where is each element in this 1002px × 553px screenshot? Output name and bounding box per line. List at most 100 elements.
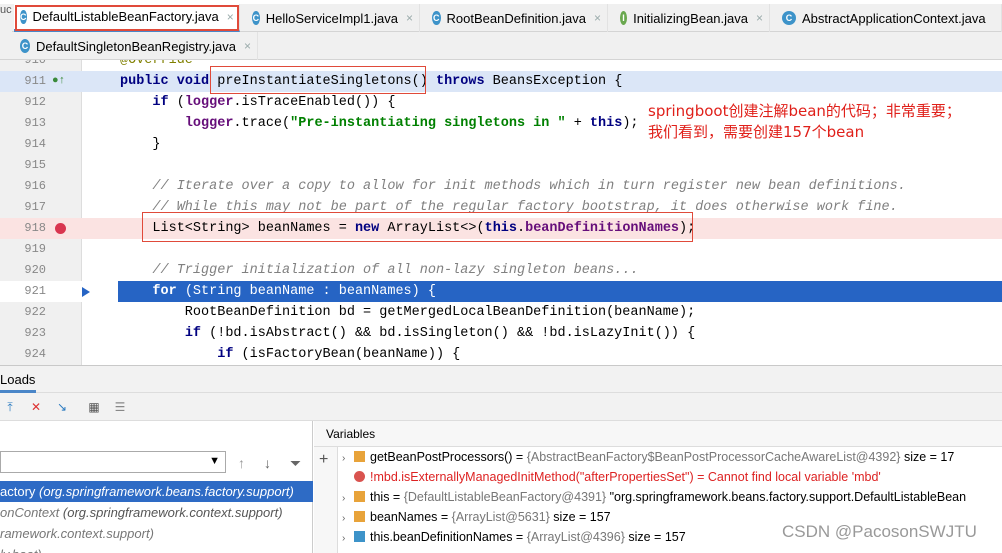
line-number: 921 <box>24 284 46 298</box>
stack-frame[interactable]: ly.boot) <box>0 544 313 553</box>
arrow-down-icon[interactable]: ↓ <box>264 455 271 471</box>
code-text: // Iterate over a copy to allow for init… <box>120 179 906 194</box>
tab-initializingbean[interactable]: I InitializingBean.java × <box>614 4 770 32</box>
override-gutter-icon[interactable]: ●↑ <box>52 71 65 92</box>
frame-method: actory <box>0 484 36 499</box>
tab-defaultsingletonbeanregistry[interactable]: C DefaultSingletonBeanRegistry.java × <box>14 32 258 60</box>
chevron-down-icon: ▼ <box>209 455 220 467</box>
stack-frame[interactable]: onContext (org.springframework.context.s… <box>0 502 313 523</box>
frame-method: ly.boot) <box>0 547 42 553</box>
code-text: RootBeanDefinition bd = getMergedLocalBe… <box>120 305 696 320</box>
code-line-923[interactable]: 923 if (!bd.isAbstract() && bd.isSinglet… <box>0 323 1002 344</box>
line-number: 917 <box>24 200 46 214</box>
variable-type: {AbstractBeanFactory$BeanPostProcessorCa… <box>526 450 901 464</box>
thread-selector[interactable]: ▼ <box>0 451 226 473</box>
variable-row[interactable]: !mbd.isExternallyManagedInitMethod("afte… <box>342 467 1002 487</box>
variables-side-toolbar: + <box>314 447 338 553</box>
tab-label: DefaultSingletonBeanRegistry.java <box>36 38 236 54</box>
expand-arrow-icon[interactable]: › <box>342 529 354 547</box>
equals-sign: = <box>512 530 527 544</box>
line-number: 914 <box>24 137 46 151</box>
class-icon: C <box>20 9 27 24</box>
debug-tab-bar: Loads <box>0 365 1002 393</box>
frame-method: ramework.context.support) <box>0 526 154 541</box>
line-number: 913 <box>24 116 46 130</box>
debug-toolbar: ⤒ ✕ ↘ ▦ ☰ <box>0 393 1002 421</box>
variable-value: Cannot find local variable 'mbd' <box>707 470 881 484</box>
close-icon[interactable]: × <box>406 11 413 25</box>
variable-name: !mbd.isExternallyManagedInitMethod("afte… <box>370 470 694 484</box>
equals-sign: = <box>693 470 708 484</box>
variable-type: {ArrayList@4396} <box>526 530 625 544</box>
interface-icon: I <box>620 11 628 25</box>
line-number: 922 <box>24 305 46 319</box>
tab-helloserviceimpl1[interactable]: C HelloServiceImpl1.java × <box>246 4 420 32</box>
grid-view-icon[interactable]: ▦ <box>86 399 102 415</box>
code-line-924[interactable]: 924 if (isFactoryBean(beanName)) { <box>0 344 1002 365</box>
variable-type: {ArrayList@5631} <box>451 510 550 524</box>
code-line-916[interactable]: 916 // Iterate over a copy to allow for … <box>0 176 1002 197</box>
step-up-icon[interactable]: ⤒ <box>2 399 18 415</box>
field-icon <box>354 511 365 522</box>
line-number: 916 <box>24 179 46 193</box>
code-line-915[interactable]: 915 <box>0 155 1002 176</box>
tab-label: InitializingBean.java <box>633 10 748 26</box>
frame-method: onContext <box>0 505 60 520</box>
code-text: logger.trace("Pre-instantiating singleto… <box>184 116 639 131</box>
variable-value: size = 157 <box>624 530 686 544</box>
code-editor[interactable]: 910 @Override 911 public void preInstantiat… <box>0 60 1002 365</box>
line-number: 924 <box>24 347 46 361</box>
code-line-911[interactable]: 911 public void preInstantiateSingletons(… <box>0 71 1002 92</box>
settings-list-icon[interactable]: ☰ <box>112 399 128 415</box>
stack-frame[interactable]: actory (org.springframework.beans.factor… <box>0 481 313 502</box>
tab-abstractapplicationcontext[interactable]: C AbstractApplicationContext.java <box>776 4 1002 32</box>
frame-package: (org.springframework.beans.factory.suppo… <box>39 484 294 499</box>
close-icon[interactable]: × <box>756 11 763 25</box>
tab-label: RootBeanDefinition.java <box>446 10 586 26</box>
close-icon[interactable]: × <box>244 39 251 53</box>
cut-off-tab[interactable]: uc <box>0 4 12 32</box>
variable-row[interactable]: › getBeanPostProcessors() = {AbstractBean… <box>342 447 1002 467</box>
close-icon[interactable]: × <box>594 11 601 25</box>
variables-header: Variables <box>314 421 1002 447</box>
code-line-910[interactable]: 910 @Override <box>0 60 1002 71</box>
code-line-922[interactable]: 922 RootBeanDefinition bd = getMergedLoc… <box>0 302 1002 323</box>
tab-loads[interactable]: Loads <box>0 372 35 387</box>
code-line-921[interactable]: 921 for (String beanName : beanNames) { <box>0 281 1002 302</box>
drop-frame-icon[interactable]: ✕ <box>28 399 44 415</box>
variable-name: this.beanDefinitionNames <box>370 530 513 544</box>
variable-name: this <box>370 490 390 504</box>
class-icon: C <box>252 11 260 25</box>
class-icon: C <box>20 39 31 53</box>
line-number: 918 <box>24 221 46 235</box>
arrow-up-icon[interactable]: ↑ <box>238 455 245 471</box>
expand-arrow-icon[interactable]: › <box>342 509 354 527</box>
line-number: 910 <box>24 60 46 67</box>
variable-row[interactable]: › this = {DefaultListableBeanFactory@4391… <box>342 487 1002 507</box>
bean-names-highlight-box <box>142 212 693 242</box>
code-line-919[interactable]: 919 <box>0 239 1002 260</box>
field-icon <box>354 491 365 502</box>
tab-rootbeandefinition[interactable]: C RootBeanDefinition.java × <box>426 4 608 32</box>
tab-defaultlistablebeanfactory[interactable]: C DefaultListableBeanFactory.java × <box>14 4 240 32</box>
frames-panel: ▼ ↑ ↓ ⏷ actory (org.springframework.bean… <box>0 421 313 553</box>
breakpoint-icon[interactable] <box>55 223 66 234</box>
code-text: if (!bd.isAbstract() && bd.isSingleton()… <box>184 326 696 341</box>
code-text: if (logger.isTraceEnabled()) { <box>152 95 396 110</box>
line-number: 912 <box>24 95 46 109</box>
stack-frame[interactable]: ramework.context.support) <box>0 523 313 544</box>
line-number: 923 <box>24 326 46 340</box>
expand-arrow-icon[interactable]: › <box>342 449 354 467</box>
line-number: 911 <box>24 74 46 88</box>
close-icon[interactable]: × <box>227 10 234 24</box>
filter-frames-icon[interactable]: ↘ <box>54 399 70 415</box>
variable-value: size = 157 <box>549 510 611 524</box>
equals-sign: = <box>389 490 404 504</box>
filter-icon[interactable]: ⏷ <box>290 455 301 472</box>
add-watch-icon[interactable]: + <box>319 451 328 469</box>
variable-name: getBeanPostProcessors() <box>370 450 513 464</box>
code-line-920[interactable]: 920 // Trigger initialization of all non… <box>0 260 1002 281</box>
tab-label: HelloServiceImpl1.java <box>265 10 398 26</box>
expand-arrow-icon[interactable]: › <box>342 489 354 507</box>
variable-type: {DefaultListableBeanFactory@4391} <box>403 490 607 504</box>
